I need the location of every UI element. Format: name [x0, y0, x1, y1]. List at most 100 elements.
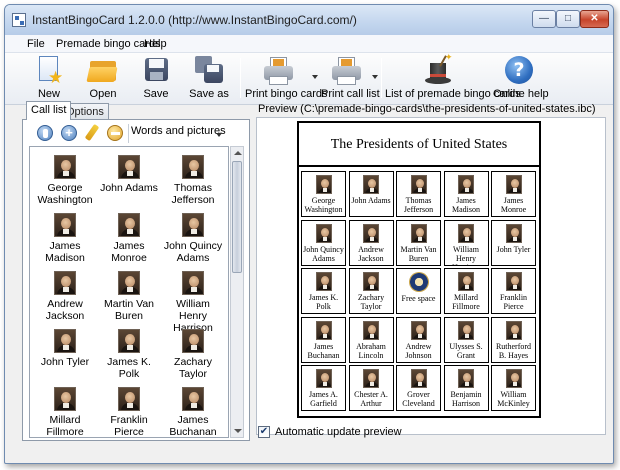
- bingo-cell-label: Benjamin Harrison: [450, 390, 482, 408]
- call-list-item[interactable]: John Quincy Adams: [162, 209, 224, 267]
- bingo-cell: Rutherford B. Hayes: [491, 316, 536, 363]
- premade-cards-button[interactable]: ✦ List of premade bingo cards: [385, 52, 521, 103]
- call-list-item[interactable]: John Adams: [98, 151, 160, 209]
- bingo-cell: James Madison: [443, 171, 489, 217]
- call-list-item[interactable]: William Henry Harrison: [162, 267, 224, 334]
- menu-help[interactable]: Help: [144, 38, 167, 50]
- call-list-item[interactable]: Thomas Jefferson: [162, 151, 224, 209]
- bingo-cell-label: Abraham Lincoln: [356, 341, 386, 360]
- bingo-grid: George Washington John Adams Thomas Jeffer…: [301, 171, 537, 414]
- toolbar-separator: [381, 58, 382, 98]
- scroll-thumb[interactable]: [232, 161, 242, 273]
- list-toolbar: + Words and pictures: [28, 123, 244, 143]
- call-list-item[interactable]: Millard Fillmore: [34, 383, 96, 438]
- bingo-cell-label: Martin Van Buren: [400, 244, 437, 263]
- portrait-image: [182, 329, 204, 353]
- scroll-up-icon[interactable]: [234, 151, 242, 155]
- print-call-list-button[interactable]: Print call list: [321, 55, 380, 103]
- save-button[interactable]: Save: [136, 55, 176, 103]
- bingo-cell: John Quincy Adams: [301, 219, 346, 266]
- portrait-image: [458, 320, 474, 340]
- add-item-icon[interactable]: +: [61, 125, 77, 141]
- portrait-image: [118, 329, 140, 353]
- call-list-item[interactable]: James Madison: [34, 209, 96, 267]
- bingo-cell: Zachary Taylor: [348, 268, 394, 314]
- portrait-image: [315, 369, 332, 388]
- call-list-item[interactable]: Zachary Taylor: [162, 325, 224, 383]
- pencil-icon[interactable]: [84, 123, 100, 142]
- list-toolbar-separator: [128, 124, 129, 143]
- call-list-item[interactable]: James K. Polk: [98, 325, 160, 383]
- call-list-item-label: James K. Polk: [107, 356, 151, 380]
- toolbar-separator: [240, 58, 241, 98]
- call-list[interactable]: George Washington John Adams Thomas Jeffer…: [29, 146, 229, 438]
- portrait-image: [315, 272, 332, 291]
- bingo-cell: Thomas Jefferson: [396, 171, 441, 217]
- printer-icon: [263, 55, 293, 87]
- bingo-card: The Presidents of United States George W…: [297, 121, 541, 418]
- floppy-disk-icon: [141, 55, 171, 87]
- bingo-cell-label: William Henry Harrison: [452, 244, 480, 265]
- card-title: The Presidents of United States: [299, 123, 539, 167]
- call-list-item[interactable]: Andrew Jackson: [34, 267, 96, 325]
- portrait-image: [410, 369, 427, 388]
- bingo-cell: Grover Cleveland: [396, 365, 441, 411]
- tab-call-list[interactable]: Call list: [26, 101, 72, 120]
- bingo-cell-label: William McKinley: [497, 390, 530, 408]
- save-as-icon: [194, 55, 224, 87]
- save-as-button[interactable]: Save as: [187, 55, 231, 103]
- presidential-seal-icon: [408, 272, 429, 292]
- portrait-image: [54, 329, 76, 353]
- close-button[interactable]: ✕: [580, 10, 609, 28]
- bingo-cell-label: Rutherford B. Hayes: [495, 341, 532, 360]
- call-list-item-label: Millard Fillmore: [46, 414, 84, 438]
- new-document-icon: ★: [34, 55, 64, 87]
- print-call-dropdown-icon[interactable]: [372, 75, 378, 79]
- folder-open-icon: [86, 55, 118, 87]
- call-list-item[interactable]: Franklin Pierce: [98, 383, 160, 437]
- menu-file[interactable]: File: [27, 38, 45, 50]
- portrait-image: [182, 387, 204, 411]
- print-cards-dropdown-icon[interactable]: [312, 75, 318, 79]
- words-pictures-dropdown[interactable]: Words and pictures: [131, 125, 226, 137]
- call-list-item-label: Thomas Jefferson: [171, 182, 215, 206]
- call-list-item[interactable]: James Monroe: [98, 209, 160, 267]
- online-help-button[interactable]: ? Online help: [493, 55, 549, 103]
- chevron-down-icon[interactable]: [216, 133, 222, 137]
- call-list-item[interactable]: George Washington: [34, 151, 96, 209]
- bingo-cell-label: Andrew Jackson: [358, 244, 384, 263]
- bingo-cell-label: Millard Fillmore: [452, 293, 480, 311]
- call-list-item[interactable]: John Tyler: [34, 325, 96, 383]
- call-list-scrollbar[interactable]: [230, 146, 244, 438]
- maximize-button[interactable]: □: [556, 10, 580, 28]
- bingo-cell-label: James Monroe: [500, 196, 527, 214]
- portrait-image: [54, 213, 76, 237]
- call-list-item[interactable]: Martin Van Buren: [98, 267, 160, 325]
- bingo-cell: Ulysses S. Grant: [443, 316, 489, 363]
- portrait-image: [118, 155, 140, 179]
- portrait-image: [182, 155, 204, 179]
- print-bingo-cards-button[interactable]: Print bingo cards: [245, 55, 328, 103]
- bingo-cell-label: George Washington: [304, 196, 343, 214]
- portrait-image: [54, 155, 76, 179]
- portrait-image: [363, 175, 379, 194]
- new-button[interactable]: ★ New: [29, 55, 69, 103]
- online-help-label: Online help: [493, 88, 549, 100]
- title-bar[interactable]: InstantBingoCard 1.2.0.0 (http://www.Ins…: [5, 5, 613, 35]
- portrait-image: [182, 213, 204, 237]
- call-list-item[interactable]: James Buchanan: [162, 383, 224, 437]
- edit-item-icon[interactable]: [37, 125, 53, 141]
- bingo-cell: George Washington: [301, 171, 346, 217]
- bingo-cell: Benjamin Harrison: [443, 365, 489, 411]
- bingo-cell: William McKinley: [491, 365, 536, 411]
- bingo-cell: Abraham Lincoln: [348, 316, 394, 363]
- portrait-image: [54, 387, 76, 411]
- bingo-cell: Millard Fillmore: [443, 268, 489, 314]
- auto-update-checkbox[interactable]: ✔: [258, 426, 270, 438]
- open-button[interactable]: Open: [83, 55, 123, 103]
- bingo-cell: James Buchanan: [301, 316, 346, 363]
- scroll-down-icon[interactable]: [234, 429, 242, 433]
- minimize-button[interactable]: —: [532, 10, 556, 28]
- remove-item-icon[interactable]: [107, 125, 123, 141]
- portrait-image: [458, 272, 474, 291]
